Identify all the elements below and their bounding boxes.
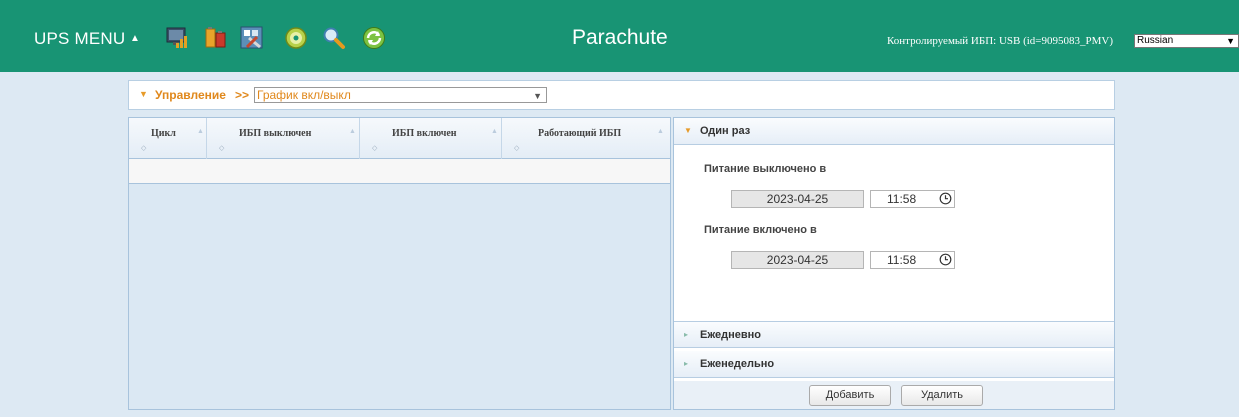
column-working-ups[interactable]: Работающий ИБП ◇ ▲︎	[502, 118, 670, 159]
chevron-down-icon: ▼	[1226, 36, 1235, 46]
power-off-date-field[interactable]: 2023-04-25	[731, 190, 864, 208]
table-header: Цикл ◇ ▲︎ ИБП выключен ◇ ▲︎ ИБП включен …	[129, 118, 670, 159]
delete-button[interactable]: Удалить	[901, 385, 983, 406]
page-select[interactable]: График вкл/выкл ▼	[254, 87, 547, 103]
power-off-date-value: 2023-04-25	[766, 192, 829, 206]
collapse-arrow-icon: ▸	[684, 359, 689, 368]
sort-arrows-icon: ▲︎	[657, 128, 664, 135]
power-on-date-field[interactable]: 2023-04-25	[731, 251, 864, 269]
column-ups-off-label: ИБП выключен	[239, 128, 312, 139]
power-on-time-field[interactable]: 11:58	[870, 251, 955, 269]
monitored-ups-label: Контролируемый ИБП: USB (id=9095083_PMV)	[887, 35, 1114, 47]
sort-icon: ◇	[141, 145, 147, 152]
breadcrumb-section: Управление	[155, 88, 226, 102]
column-ups-on[interactable]: ИБП включен ◇ ▲︎	[360, 118, 502, 159]
language-select-value: Russian	[1137, 35, 1174, 46]
power-on-date-value: 2023-04-25	[766, 253, 829, 267]
clock-icon[interactable]	[939, 253, 952, 266]
battery-stack-icon[interactable]	[203, 25, 229, 51]
expand-arrow-icon: ▼	[684, 126, 692, 135]
collapse-arrow-icon: ▸	[684, 330, 689, 339]
power-off-time-value: 11:58	[887, 192, 917, 206]
search-icon[interactable]	[321, 25, 347, 51]
schedule-form: ▼ Один раз Питание выключено в 2023-04-2…	[673, 117, 1115, 410]
sort-icon: ◇	[219, 145, 225, 152]
power-on-time-value: 11:58	[887, 253, 917, 267]
breadcrumb-separator: >>	[235, 88, 250, 102]
column-cycle-label: Цикл	[151, 128, 176, 139]
refresh-icon[interactable]	[361, 25, 387, 51]
monitor-chart-icon[interactable]	[165, 25, 191, 51]
sort-icon: ◇	[514, 145, 520, 152]
ups-menu-title[interactable]: UPS MENU	[34, 29, 125, 49]
sort-icon: ◇	[372, 145, 378, 152]
menu-toggle-arrow-icon[interactable]: ▲	[130, 33, 140, 44]
action-bar: Добавить Удалить	[674, 381, 1114, 409]
power-on-label: Питание включено в	[704, 224, 817, 236]
accordion-daily-header[interactable]: ▸ Ежедневно	[674, 321, 1114, 348]
table-row[interactable]	[129, 159, 670, 184]
accordion-daily-title: Ежедневно	[700, 329, 761, 341]
top-header: UPS MENU ▲ Parachute Контролируемый ИБП:…	[0, 0, 1239, 72]
breadcrumb-arrow-icon: ▼	[139, 89, 148, 99]
column-working-ups-label: Работающий ИБП	[538, 128, 622, 139]
sort-arrows-icon: ▲︎	[349, 128, 356, 135]
column-ups-on-label: ИБП включен	[392, 128, 457, 139]
column-ups-off[interactable]: ИБП выключен ◇ ▲︎	[207, 118, 360, 159]
power-off-time-field[interactable]: 11:58	[870, 190, 955, 208]
language-select[interactable]: Russian ▼	[1134, 34, 1239, 48]
page-select-value: График вкл/выкл	[257, 88, 351, 102]
accordion-weekly-title: Еженедельно	[700, 358, 775, 370]
disc-icon[interactable]	[283, 25, 309, 51]
accordion-weekly-header[interactable]: ▸ Еженедельно	[674, 351, 1114, 378]
breadcrumb: ▼ Управление >> График вкл/выкл ▼	[128, 80, 1115, 110]
brand-title: Parachute	[572, 26, 668, 49]
sort-arrows-icon: ▲︎	[491, 128, 498, 135]
sort-arrows-icon: ▲︎	[197, 128, 204, 135]
chevron-down-icon: ▼	[533, 91, 542, 101]
schedule-table: Цикл ◇ ▲︎ ИБП выключен ◇ ▲︎ ИБП включен …	[128, 117, 671, 410]
power-off-label: Питание выключено в	[704, 163, 827, 175]
settings-tools-icon[interactable]	[239, 25, 265, 51]
column-cycle[interactable]: Цикл ◇ ▲︎	[129, 118, 207, 159]
accordion-once-title: Один раз	[700, 125, 751, 137]
accordion-once-header[interactable]: ▼ Один раз	[674, 118, 1114, 145]
clock-icon[interactable]	[939, 192, 952, 205]
add-button[interactable]: Добавить	[809, 385, 891, 406]
